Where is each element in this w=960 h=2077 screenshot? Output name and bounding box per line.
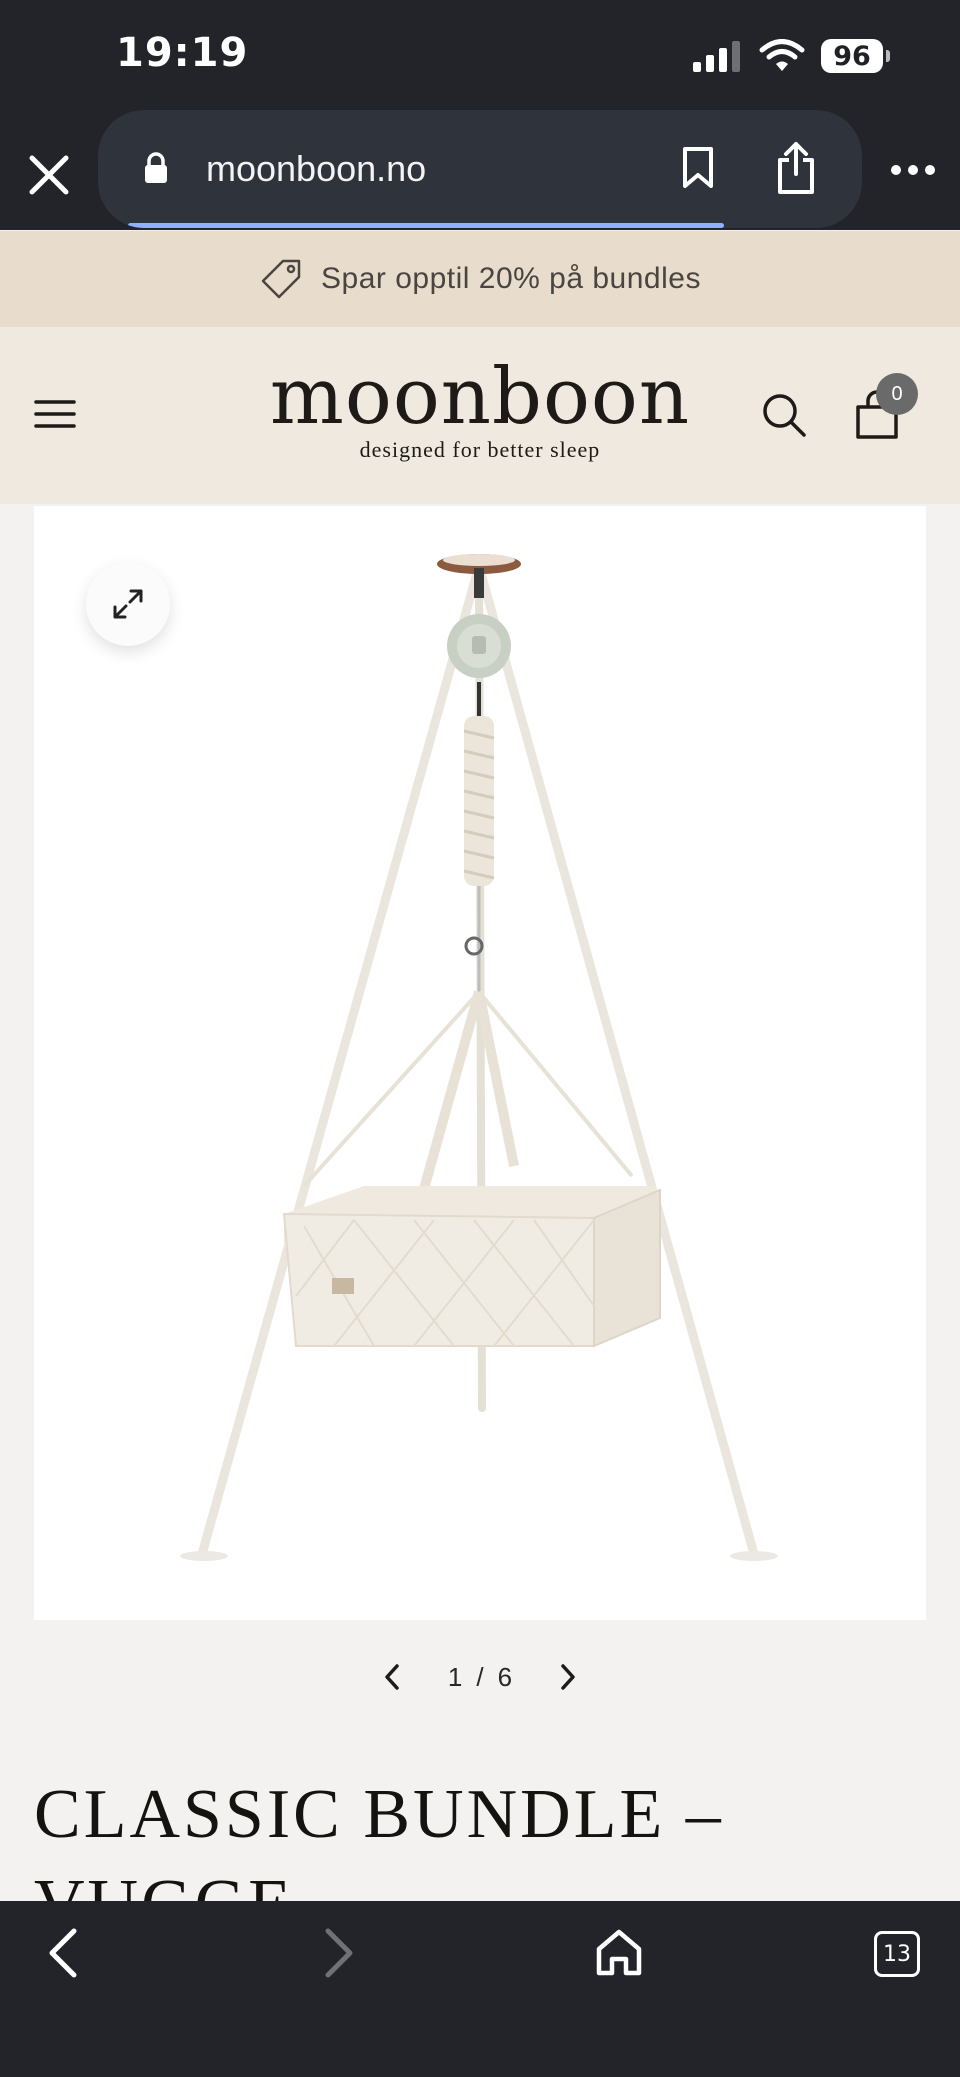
more-icon[interactable] <box>890 160 936 180</box>
url-text[interactable]: moonboon.no <box>206 148 426 190</box>
address-bar[interactable]: moonboon.no <box>98 110 862 228</box>
promo-text: Spar opptil 20% på bundles <box>321 262 701 295</box>
search-icon[interactable] <box>760 391 808 439</box>
page-load-progress <box>128 223 724 228</box>
image-slider-nav: 1 / 6 <box>380 1654 580 1700</box>
cradle-illustration <box>180 554 778 1561</box>
status-time: 19:19 <box>116 30 249 76</box>
product-image[interactable] <box>34 506 926 1620</box>
forward-arrow-icon[interactable] <box>318 1927 358 1979</box>
chevron-right-icon[interactable] <box>556 1662 580 1692</box>
browser-bottom-bar: 13 <box>0 1901 960 2077</box>
signal-icon <box>693 41 740 72</box>
logo-tagline: designed for better sleep <box>359 437 601 462</box>
battery-indicator: 96 <box>821 39 883 73</box>
logo-wordmark: moonboon <box>269 352 691 442</box>
image-counter: 1 / 6 <box>448 1662 512 1693</box>
status-bar: 19:19 96 <box>0 0 960 110</box>
lock-icon <box>145 152 167 183</box>
cart-count-badge: 0 <box>876 373 918 415</box>
back-arrow-icon[interactable] <box>44 1927 84 1979</box>
close-icon[interactable] <box>26 152 72 198</box>
chevron-left-icon[interactable] <box>380 1662 404 1692</box>
battery-cap <box>886 50 890 62</box>
current-image-index: 1 <box>447 1661 463 1692</box>
promo-banner[interactable]: Spar opptil 20% på bundles <box>0 231 960 327</box>
status-icons: 96 <box>693 34 890 78</box>
total-images: 6 <box>497 1661 513 1692</box>
browser-toolbar: moonboon.no <box>0 110 960 230</box>
site-header: moonboon designed for better sleep 0 <box>0 327 960 504</box>
wifi-icon <box>759 39 805 71</box>
bookmark-icon[interactable] <box>680 146 716 190</box>
product-title-line-1: CLASSIC BUNDLE – <box>34 1776 724 1853</box>
site-logo[interactable]: moonboon designed for better sleep <box>0 355 960 463</box>
share-icon[interactable] <box>774 140 818 196</box>
tag-icon <box>261 259 301 299</box>
counter-separator: / <box>476 1661 484 1692</box>
tabs-button[interactable]: 13 <box>874 1931 920 1977</box>
expand-image-button[interactable] <box>86 562 170 646</box>
expand-icon <box>113 589 143 619</box>
home-icon[interactable] <box>594 1927 644 1979</box>
